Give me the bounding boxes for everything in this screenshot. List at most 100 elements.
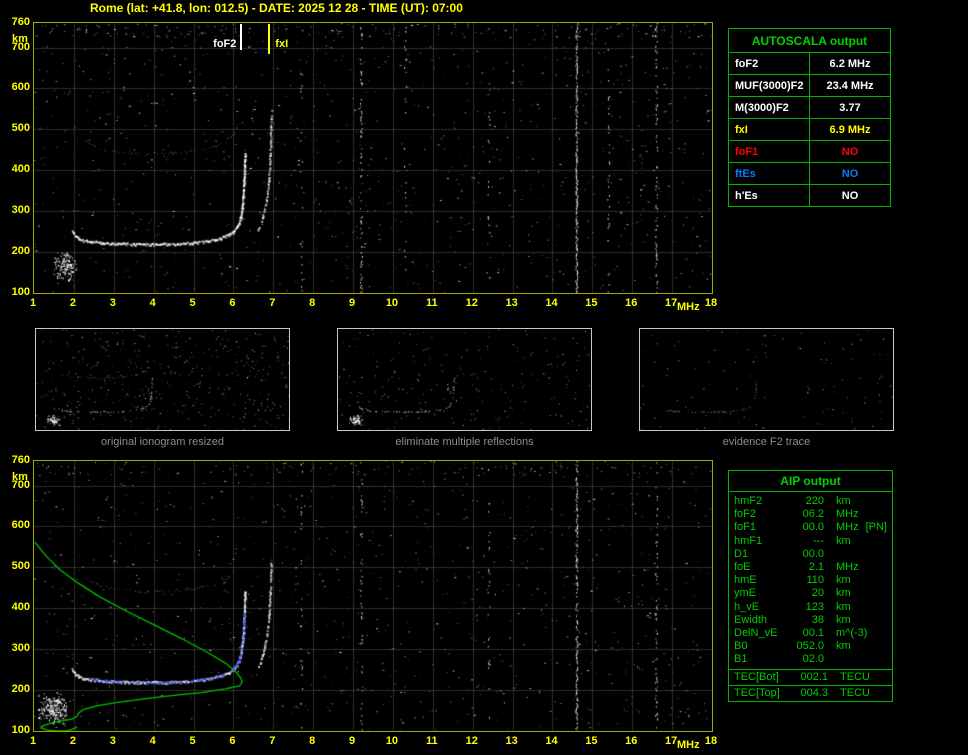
autoscala-table-row: fxI 6.9 MHz [728,118,891,141]
aip-param-value: 110 [806,574,824,587]
aip-param-unit: km [836,534,851,547]
x-axis-unit: MHz [677,739,700,751]
aip-param-unit: km [836,640,851,653]
aip-param-value: 002.1 [800,670,828,683]
x-tick-label: 10 [385,735,399,747]
autoscala-row-value: 6.9 MHz [809,118,891,141]
autoscala-table-row: ftEs NO [728,162,891,185]
x-tick-label: 12 [465,297,478,309]
main-ionogram-canvas [34,23,712,293]
aip-param-unit: TECU [840,670,870,683]
autoscala-row-label: foF1 [728,140,810,163]
aip-table-row: foE 2.1 MHz [729,561,892,574]
x-tick-label: 16 [625,735,638,747]
y-tick-label: 600 [11,519,30,532]
aip-param-value: 06.2 [802,508,824,521]
autoscala-row-label: MUF(3000)F2 [728,74,810,97]
autoscala-row-value: 6.2 MHz [809,52,891,75]
autoscala-row-label: fxI [728,118,810,141]
aip-param-label: foE [734,561,751,574]
aip-table-row: Ewidth 38 km [729,614,892,627]
x-tick-label: 13 [505,735,518,747]
aip-table-row: hmF2 220 km [729,495,892,508]
y-tick-label: 300 [11,204,30,217]
y-tick-label: 500 [11,122,30,135]
x-tick-label: 8 [309,297,316,309]
autoscala-table-row: MUF(3000)F2 23.4 MHz [728,74,891,97]
foF2-marker-label: foF2 [213,38,237,50]
aip-param-unit: km [836,495,851,507]
aip-param-label: hmF2 [734,495,763,507]
aip-param-label: TEC[Bot] [734,670,779,683]
x-tick-label: 7 [269,735,276,747]
aip-param-label: foF1 [734,521,757,534]
aip-param-unit: TECU [840,686,870,699]
y-axis-unit: km [12,471,28,483]
x-tick-label: 16 [625,297,638,309]
aip-param-value: 02.0 [802,653,824,666]
thumbnail-3 [639,328,894,431]
x-tick-label: 15 [585,735,598,747]
fxI-marker-label: fxI [275,38,289,50]
aip-param-value: 38 [811,613,824,626]
aip-param-label: hmF1 [734,534,763,547]
aip-param-unit: km [836,587,851,600]
x-tick-label: 8 [309,735,316,747]
x-tick-label: 9 [348,297,356,309]
x-tick-label: 2 [69,297,76,309]
aip-param-unit: MHz [836,521,859,534]
x-tick-label: 5 [189,297,196,309]
aip-table-row: B1 02.0 [729,653,892,666]
x-tick-label: 1 [29,297,37,309]
aip-param-unit: MHz [836,508,859,521]
y-tick-label: 500 [11,560,30,573]
aip-table-row: D1 00.0 [729,548,892,561]
autoscala-row-label: foF2 [728,52,810,75]
aip-param-label: Ewidth [734,613,768,626]
autoscala-row-value: 3.77 [809,96,891,119]
x-tick-label: 4 [149,735,156,747]
y-tick-label: 400 [11,163,30,176]
aip-param-value: --- [813,534,824,547]
x-tick-label: 1 [29,735,37,747]
y-axis-unit: km [12,33,28,45]
x-tick-label: 14 [545,297,558,309]
x-tick-label: 2 [69,735,76,747]
x-tick-label: 18 [704,735,718,747]
aip-param-value: 20 [811,587,824,600]
autoscala-row-value: NO [809,162,891,185]
x-tick-label: 11 [425,735,438,747]
aip-tec-row: TEC[Bot] 002.1 TECU [729,668,892,685]
fxI-marker-line [268,24,271,54]
autoscala-row-label: ftEs [728,162,810,185]
aip-param-unit: m^(-3) [836,627,868,640]
x-tick-label: 11 [425,297,438,309]
y-tick-label: 760 [11,16,30,28]
y-tick-label: 300 [11,642,30,655]
aip-table-row: h_vE 123 km [729,601,892,614]
autoscala-row-value: 23.4 MHz [809,74,891,97]
main-ionogram-plot: foF2 fxI [33,22,713,294]
x-tick-label: 10 [385,297,399,309]
y-tick-label: 200 [11,683,30,696]
y-tick-label: 760 [11,454,30,466]
aip-param-value: 004.3 [800,686,828,699]
x-tick-label: 9 [348,735,356,747]
y-tick-label: 600 [11,81,30,94]
autoscala-table-row: M(3000)F2 3.77 [728,96,891,119]
aip-table-row: hmE 110 km [729,574,892,587]
autoscala-table-row: foF1 NO [728,140,891,163]
profile-ionogram-canvas [34,461,712,731]
x-tick-label: 4 [149,297,156,309]
thumbnail-canvas [36,329,289,430]
autoscala-row-label: M(3000)F2 [728,96,810,119]
autoscala-window: Rome (lat: +41.8, lon: 012.5) - DATE: 20… [0,0,968,755]
aip-table-row: ymE 20 km [729,587,892,600]
aip-table-row: B0 052.0 km [729,640,892,653]
autoscala-row-value: NO [809,184,891,207]
thumbnail-2 [337,328,592,431]
aip-param-label: h_vE [734,600,760,613]
x-tick-label: 14 [545,735,558,747]
aip-param-label: DelN_vE [734,627,778,640]
aip-param-value: 123 [805,600,824,613]
